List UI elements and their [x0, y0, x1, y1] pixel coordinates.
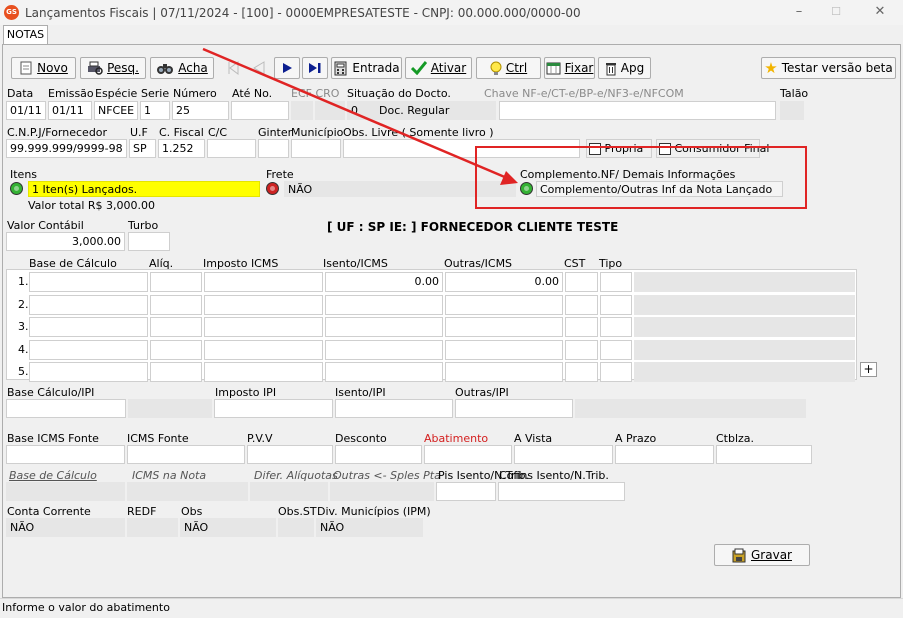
- annotation-arrow: [202, 47, 518, 185]
- status-bar: Informe o valor do abatimento: [0, 598, 903, 618]
